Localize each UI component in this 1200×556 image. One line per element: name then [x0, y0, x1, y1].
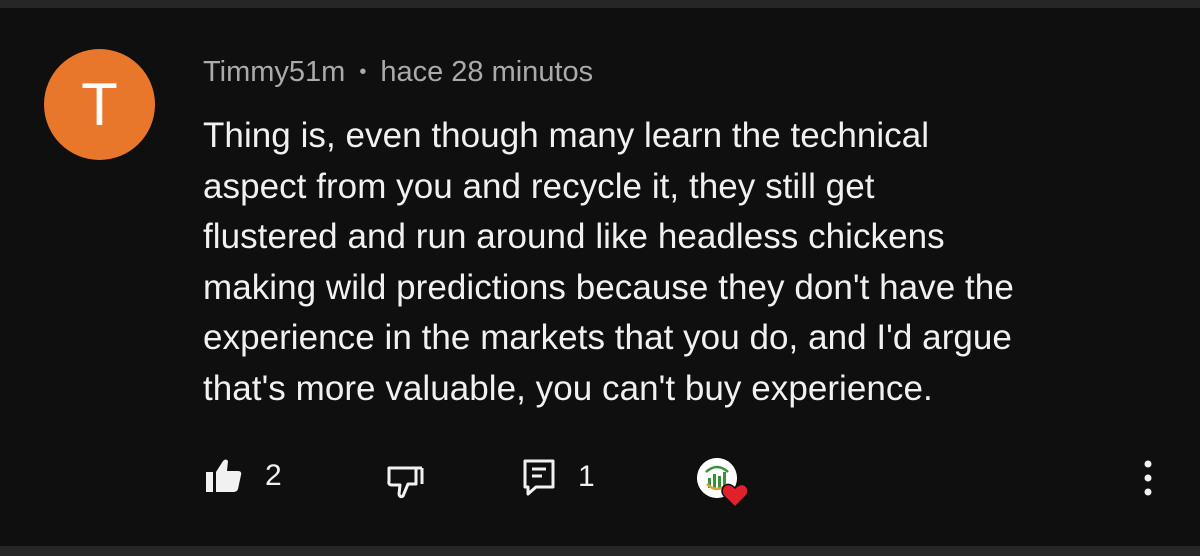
dislike-button[interactable] — [386, 464, 424, 500]
comment-line: Thing is, even though many learn the tec… — [203, 116, 930, 155]
more-options-button[interactable] — [1138, 458, 1158, 498]
comment-text: Thing is, even though many learn the tec… — [203, 111, 1173, 414]
comment-line: that's more valuable, you can't buy expe… — [203, 368, 933, 408]
bottom-divider — [0, 546, 1200, 556]
like-count: 2 — [265, 459, 282, 492]
thumbs-down-icon — [387, 466, 424, 499]
comment-card: T Timmy51m • hace 28 minutos Thing is, e… — [0, 0, 1200, 556]
heart-icon — [721, 483, 749, 508]
comment-line: experience in the markets that you do, a… — [203, 318, 1012, 357]
author-name[interactable]: Timmy51m — [203, 56, 345, 89]
top-divider — [0, 0, 1200, 8]
comment-line: making wild predictions because they don… — [203, 267, 1014, 307]
comment-timestamp: hace 28 minutos — [380, 56, 594, 88]
comment-line: aspect from you and recycle it, they sti… — [203, 166, 875, 206]
comment-actions: 2 1 — [0, 448, 1200, 512]
creator-heart-badge — [697, 458, 749, 508]
reply-button[interactable]: 1 — [522, 458, 595, 496]
reply-count: 1 — [578, 460, 595, 493]
comment-bubble-icon — [523, 459, 555, 496]
comment-header: Timmy51m • hace 28 minutos — [203, 56, 593, 89]
avatar-letter: T — [81, 70, 118, 138]
comment-line: flustered and run around like headless c… — [203, 217, 945, 256]
separator-dot: • — [359, 61, 367, 83]
author-avatar[interactable]: T — [44, 49, 155, 160]
vertical-dots-icon — [1144, 460, 1152, 496]
like-button[interactable]: 2 — [205, 458, 282, 494]
thumbs-up-icon — [206, 459, 242, 492]
